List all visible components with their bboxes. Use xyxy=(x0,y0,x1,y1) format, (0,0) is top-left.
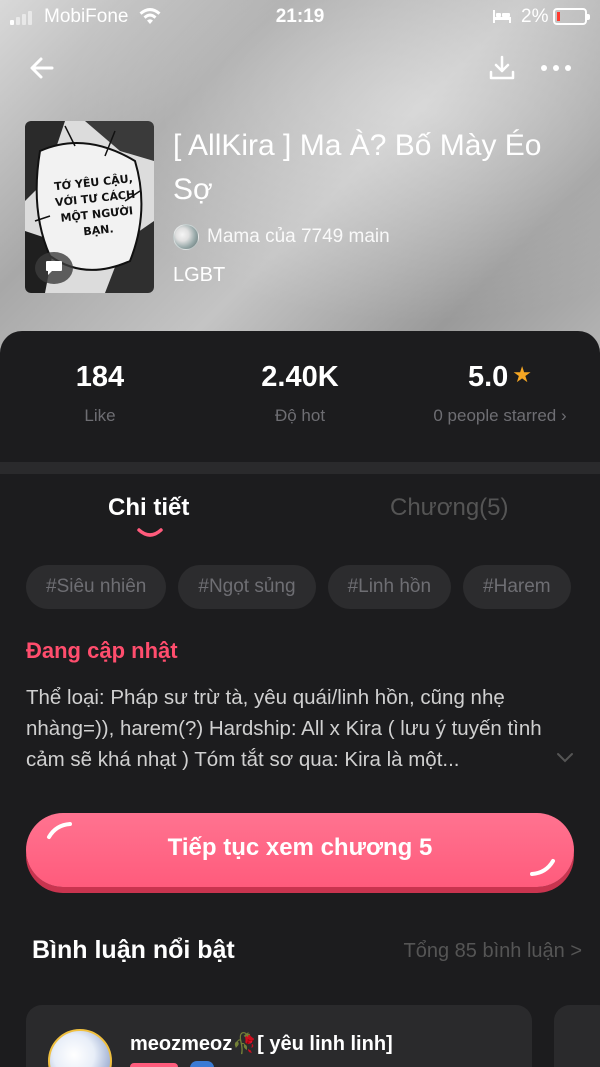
tag-chip[interactable]: #Ngọt sủng xyxy=(178,565,316,609)
stat-rating[interactable]: 5.0 ★ 0 people starred › xyxy=(400,361,600,426)
cover-caption: TỚ YÊU CẬU, VỚI TƯ CÁCH MỘT NGƯỜI BẠN. xyxy=(53,172,136,239)
stat-likes: 184 Like xyxy=(0,361,200,426)
comment-card[interactable] xyxy=(554,1005,600,1067)
book-description: Thể loại: Pháp sư trừ tà, yêu quái/linh … xyxy=(26,686,542,771)
rating-count-link[interactable]: 0 people starred › xyxy=(400,406,600,426)
tag-chip[interactable]: #Linh hồn xyxy=(327,565,452,609)
member-badge xyxy=(190,1061,214,1067)
stat-hot: 2.40K Độ hot xyxy=(200,361,400,426)
back-button[interactable] xyxy=(26,52,58,84)
author-row[interactable]: Mama của 7749 main xyxy=(173,224,390,250)
tag-list: #Siêu nhiên #Ngọt sủng #Linh hồn #Harem xyxy=(26,565,600,611)
commenter-name[interactable]: meozmeoz🥀[ yêu linh linh] xyxy=(130,1031,393,1056)
update-status: Đang cập nhật xyxy=(26,638,178,663)
tab-chapters[interactable]: Chương(5) xyxy=(390,494,509,522)
battery-icon xyxy=(553,8,590,25)
rating-value: 5.0 xyxy=(467,361,509,393)
tag-chip[interactable]: #Harem xyxy=(463,565,571,609)
tab-details[interactable]: Chi tiết xyxy=(108,494,189,522)
sleep-mode-icon xyxy=(493,10,511,23)
tag-chip[interactable]: #Siêu nhiên xyxy=(26,565,167,609)
book-genre: LGBT xyxy=(173,264,226,286)
section-divider xyxy=(0,462,600,474)
likes-count: 184 xyxy=(75,361,125,393)
star-icon: ★ xyxy=(512,362,533,387)
continue-reading-button[interactable]: Tiếp tục xem chương 5 xyxy=(26,813,574,887)
tab-active-indicator xyxy=(137,528,163,537)
comment-card[interactable]: meozmeoz🥀[ yêu linh linh] xyxy=(26,1005,532,1067)
all-comments-link[interactable]: Tổng 85 bình luận > xyxy=(404,940,582,963)
hot-label: Độ hot xyxy=(274,406,326,425)
author-avatar[interactable] xyxy=(173,224,199,250)
chevron-down-icon[interactable] xyxy=(556,750,574,764)
commenter-avatar[interactable] xyxy=(48,1029,112,1067)
book-title: [ AllKira ] Ma À? Bố Mày Éo Sợ xyxy=(173,129,542,206)
author-name[interactable]: Mama của 7749 main xyxy=(207,226,390,248)
hot-count: 2.40K xyxy=(261,361,339,393)
continue-reading-label: Tiếp tục xem chương 5 xyxy=(167,834,433,861)
button-decoration-right xyxy=(530,859,555,876)
download-button[interactable] xyxy=(486,52,518,84)
featured-comments-title: Bình luận nổi bật xyxy=(32,936,235,964)
rating-value-row: 5.0 ★ xyxy=(400,361,600,394)
chat-bubble-icon xyxy=(46,261,62,275)
battery-percentage: 2% xyxy=(521,6,549,27)
level-badge xyxy=(130,1063,178,1067)
cover-comment-badge[interactable] xyxy=(35,252,73,284)
likes-label: Like xyxy=(84,406,116,425)
more-options-button[interactable] xyxy=(538,52,574,84)
status-bar: MobiFone 21:19 2% xyxy=(0,0,600,36)
